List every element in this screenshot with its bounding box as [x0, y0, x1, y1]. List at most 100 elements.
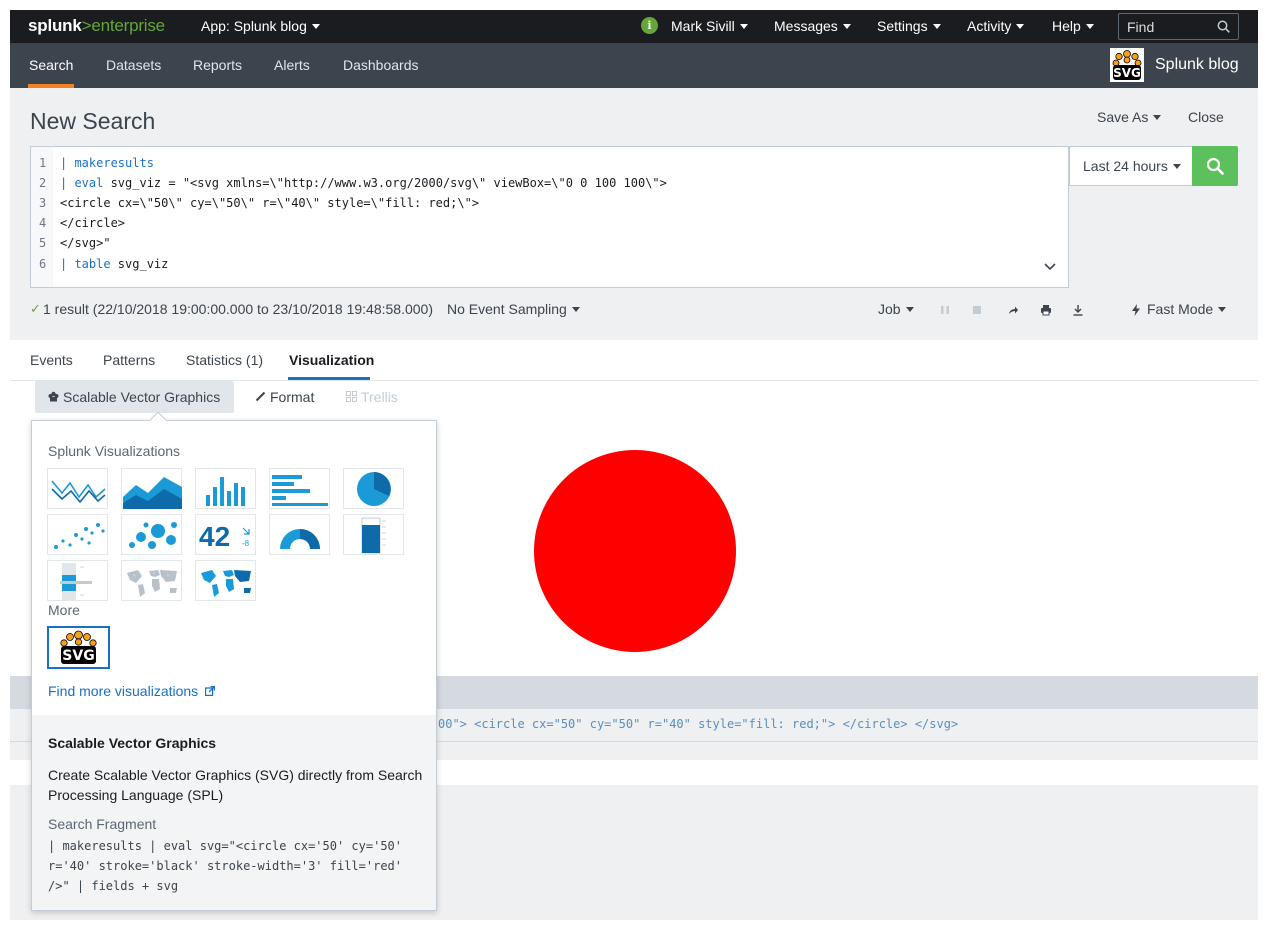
pause-icon[interactable] [939, 304, 951, 316]
search-button[interactable] [1192, 146, 1238, 186]
nav-tab-datasets[interactable]: Datasets [106, 57, 161, 73]
help-label: Help [1052, 18, 1081, 34]
chevron-down-icon[interactable] [1044, 263, 1056, 271]
tab-statistics[interactable]: Statistics (1) [186, 352, 263, 368]
app-menu-label: App: Splunk blog [201, 18, 307, 34]
format-button[interactable]: Format [255, 389, 314, 405]
print-icon[interactable] [1040, 304, 1052, 316]
check-icon: ✓ [30, 301, 41, 316]
search-icon[interactable] [1217, 20, 1230, 33]
messages-label: Messages [774, 18, 838, 34]
stop-icon[interactable] [971, 304, 983, 316]
filler-gauge-thumb[interactable] [343, 514, 404, 555]
svg-viz-cell: 00"> <circle cx="50" cy="50" r="40" styl… [438, 717, 959, 731]
pie-chart-icon [357, 472, 391, 506]
search-mode-label: Fast Mode [1147, 301, 1214, 317]
grid-icon [346, 391, 357, 403]
tab-visualization[interactable]: Visualization [289, 352, 374, 368]
info-icon[interactable]: i [641, 17, 658, 34]
code-keyword: | table [60, 257, 111, 271]
visualization-picker-label: Scalable Vector Graphics [63, 389, 221, 405]
external-link-icon [205, 685, 216, 696]
cluster-map-thumb[interactable] [121, 560, 182, 601]
trellis-label: Trellis [361, 389, 398, 405]
marker-gauge-thumb[interactable] [47, 560, 108, 601]
visualization-picker-button[interactable]: Scalable Vector Graphics [35, 381, 234, 413]
single-value-delta: -8 [242, 539, 250, 548]
job-status-bar: ✓ 1 result (22/10/2018 19:00:00.000 to 2… [10, 298, 1258, 328]
cluster-map-icon [127, 570, 177, 597]
user-menu[interactable]: Mark Sivill [671, 18, 748, 34]
radial-gauge-thumb[interactable] [269, 514, 330, 555]
code-text: svg_viz = "<svg xmlns=\"http://www.w3.or… [103, 176, 667, 190]
splunk-logo[interactable]: splunk>enterprise [28, 16, 165, 36]
export-icon[interactable] [1072, 304, 1084, 316]
find-more-visualizations-link[interactable]: Find more visualizations [48, 683, 216, 699]
single-value-number: 42 [199, 521, 230, 552]
top-bar: splunk>enterprise App: Splunk blog i Mar… [10, 10, 1258, 43]
visualization-description: Scalable Vector Graphics Create Scalable… [32, 715, 436, 910]
job-menu[interactable]: Job [878, 301, 914, 317]
caret-down-icon [311, 23, 320, 29]
area-chart-thumb[interactable] [121, 468, 182, 509]
scatter-chart-thumb[interactable] [47, 514, 108, 555]
choropleth-map-thumb[interactable] [195, 560, 256, 601]
time-range-picker[interactable]: Last 24 hours [1069, 146, 1193, 186]
event-sampling-menu[interactable]: No Event Sampling [447, 301, 580, 317]
more-heading: More [48, 602, 80, 618]
format-label: Format [270, 389, 315, 405]
result-count: 1 result (22/10/2018 19:00:00.000 to 23/… [43, 301, 433, 317]
splunk-window: splunk>enterprise App: Splunk blog i Mar… [10, 10, 1258, 920]
nav-tab-reports[interactable]: Reports [193, 57, 242, 73]
bubble-chart-thumb[interactable] [121, 514, 182, 555]
bar-chart-thumb[interactable] [269, 468, 330, 509]
pie-chart-thumb[interactable] [343, 468, 404, 509]
save-as-label: Save As [1097, 109, 1149, 125]
trellis-button[interactable]: Trellis [346, 389, 398, 405]
result-tabs: Events Patterns Statistics (1) Visualiza… [10, 340, 1258, 381]
tab-patterns[interactable]: Patterns [103, 352, 155, 368]
single-value-thumb[interactable]: 42 -8 [195, 514, 256, 555]
settings-menu[interactable]: Settings [877, 18, 941, 34]
messages-menu[interactable]: Messages [774, 18, 851, 34]
filler-gauge-icon [361, 517, 386, 554]
svg-visualization-thumb[interactable]: SVG [47, 626, 110, 669]
line-number: 1 [39, 156, 47, 170]
app-menu[interactable]: App: Splunk blog [201, 18, 320, 34]
single-value-icon: 42 -8 [199, 521, 250, 552]
active-tab-indicator [288, 377, 370, 380]
user-name: Mark Sivill [671, 18, 735, 34]
close-button[interactable]: Close [1188, 109, 1224, 125]
nav-tab-search[interactable]: Search [29, 57, 73, 73]
nav-tab-alerts[interactable]: Alerts [274, 57, 310, 73]
logo-product: enterprise [91, 16, 165, 35]
line-number: 6 [39, 257, 47, 271]
help-menu[interactable]: Help [1052, 18, 1094, 34]
caret-down-icon [932, 23, 941, 29]
share-icon[interactable] [1007, 304, 1019, 316]
app-name: Splunk blog [1155, 56, 1239, 73]
logo-gt: > [81, 16, 92, 35]
activity-menu[interactable]: Activity [967, 18, 1025, 34]
nav-tab-dashboards[interactable]: Dashboards [343, 57, 419, 73]
find-more-label: Find more visualizations [48, 683, 199, 699]
scatter-chart-icon [54, 523, 105, 549]
line-number: 2 [39, 176, 47, 190]
bar-chart-icon [272, 475, 328, 506]
tab-events[interactable]: Events [30, 352, 73, 368]
job-label: Job [878, 301, 901, 317]
save-as-button[interactable]: Save As [1097, 109, 1162, 125]
page-title: New Search [30, 108, 156, 134]
svg-text:SVG: SVG [1113, 66, 1141, 80]
line-chart-thumb[interactable] [47, 468, 108, 509]
search-editor[interactable]: 1 | makeresults 2 | eval svg_viz = "<svg x… [30, 146, 1069, 288]
visualization-picker-popover: Splunk Visualizations 42 -8 More SVG Fin… [31, 411, 437, 911]
find-input[interactable] [1127, 18, 1217, 36]
column-chart-thumb[interactable] [195, 468, 256, 509]
code-text: </svg>" [60, 236, 111, 250]
code-text: </circle> [60, 216, 126, 230]
line-number: 4 [39, 216, 47, 230]
svg-flower-icon [48, 391, 59, 402]
line-number: 5 [39, 236, 47, 250]
search-mode-menu[interactable]: Fast Mode [1147, 301, 1227, 317]
